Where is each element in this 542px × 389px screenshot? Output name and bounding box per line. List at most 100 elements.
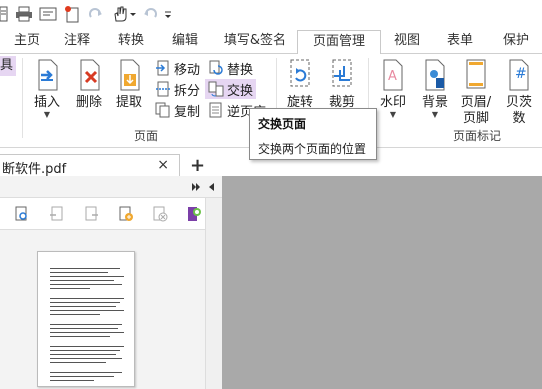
swap-tooltip: 交换页面 交换两个页面的位置 bbox=[249, 108, 377, 160]
thumbnail-text-line bbox=[50, 336, 110, 337]
tab-comment[interactable]: 注释 bbox=[60, 30, 94, 54]
insert-label: 插入 bbox=[33, 95, 60, 110]
delete-label: 删除 bbox=[75, 95, 102, 110]
thumbnail-text-line bbox=[50, 284, 122, 285]
thumbnail-text-line bbox=[50, 268, 120, 269]
tab-protect[interactable]: 保护 bbox=[496, 30, 536, 54]
tab-form[interactable]: 表单 bbox=[443, 30, 477, 54]
insert-button[interactable]: 插入 ▼ bbox=[30, 58, 64, 119]
replace-thumbnail-icon[interactable] bbox=[84, 206, 100, 222]
add-tab-icon[interactable]: + bbox=[190, 155, 205, 176]
expand-panel-icon[interactable] bbox=[192, 181, 202, 195]
collapse-panel-icon[interactable] bbox=[208, 181, 216, 195]
document-tab-name: 断软件.pdf bbox=[2, 162, 67, 177]
delete-button[interactable]: 删除 bbox=[72, 58, 106, 111]
insert-thumbnail-icon[interactable] bbox=[50, 206, 66, 222]
bates-label-2: 数 bbox=[512, 111, 526, 126]
move-button[interactable]: 移动 bbox=[155, 58, 200, 78]
thumbnail-text-line bbox=[50, 288, 90, 289]
thumbnail-text-line bbox=[50, 346, 124, 347]
tooltip-description: 交换两个页面的位置 bbox=[258, 142, 367, 156]
add-thumbnail-icon[interactable] bbox=[118, 206, 134, 222]
thumbnail-text-line bbox=[50, 272, 108, 273]
tab-page-management[interactable]: 页面管理 bbox=[297, 30, 381, 55]
quick-access-toolbar bbox=[0, 0, 542, 30]
zoom-thumbnail-icon[interactable] bbox=[14, 206, 30, 222]
chevron-down-icon: ▼ bbox=[431, 110, 439, 119]
thumbnail-panel bbox=[0, 176, 222, 389]
ribbon-tabs: 主页 注释 转换 编辑 填写&签名 页面管理 视图 表单 保护 bbox=[0, 30, 542, 55]
tab-view[interactable]: 视图 bbox=[390, 30, 424, 54]
thumbnail-text-line bbox=[50, 332, 124, 333]
thumbnail-text-line bbox=[50, 276, 124, 277]
svg-text:A: A bbox=[388, 69, 397, 84]
new-icon[interactable] bbox=[63, 5, 81, 23]
thumbnail-text-line bbox=[50, 354, 116, 355]
background-icon bbox=[421, 58, 449, 95]
header-footer-button[interactable]: 页眉/ 页脚 bbox=[458, 58, 494, 127]
group-label-page-marks: 页面标记 bbox=[453, 129, 502, 143]
thumbnail-text-line bbox=[50, 310, 124, 311]
rotate-button[interactable]: 旋转 bbox=[283, 58, 317, 111]
tools-button-partial[interactable]: 具 bbox=[0, 56, 16, 76]
thumbnail-options-icon[interactable] bbox=[186, 206, 202, 222]
watermark-button[interactable]: A 水印 ▼ bbox=[376, 58, 410, 119]
thumbnail-text-line bbox=[50, 302, 120, 303]
tab-fill-sign[interactable]: 填写&签名 bbox=[222, 30, 288, 54]
email-icon[interactable] bbox=[39, 5, 57, 23]
thumbnail-scrollbar[interactable] bbox=[205, 198, 222, 389]
split-button[interactable]: 拆分 bbox=[155, 79, 200, 99]
header-footer-icon bbox=[462, 58, 490, 95]
watermark-icon: A bbox=[379, 58, 407, 95]
undo-icon[interactable] bbox=[141, 5, 159, 23]
thumbnail-text-line bbox=[50, 372, 122, 373]
copy-icon bbox=[155, 102, 171, 118]
redo-icon[interactable] bbox=[87, 5, 105, 23]
thumbnail-text-line bbox=[50, 314, 100, 315]
chevron-down-icon: ▼ bbox=[389, 110, 397, 119]
tab-convert[interactable]: 转换 bbox=[114, 30, 148, 54]
swap-icon bbox=[208, 81, 224, 97]
insert-page-icon bbox=[33, 58, 61, 95]
document-tab[interactable]: 断软件.pdf × bbox=[0, 154, 180, 177]
crop-button[interactable]: 裁剪 bbox=[325, 58, 359, 111]
thumbnail-text-line bbox=[50, 358, 122, 359]
bates-number-button[interactable]: # 贝茨 数 bbox=[500, 58, 538, 127]
thumbnail-text-line bbox=[50, 280, 114, 281]
split-icon bbox=[155, 81, 171, 97]
tooltip-title: 交换页面 bbox=[258, 117, 307, 131]
header-footer-label-1: 页眉/ bbox=[460, 95, 492, 110]
swap-button[interactable]: 交换 bbox=[205, 79, 257, 99]
tab-edit[interactable]: 编辑 bbox=[168, 30, 202, 54]
background-label: 背景 bbox=[421, 95, 448, 110]
thumbnail-text-line bbox=[50, 380, 94, 381]
crop-page-icon bbox=[328, 58, 356, 95]
close-icon[interactable]: × bbox=[157, 157, 169, 173]
thumbnail-text-line bbox=[50, 328, 118, 329]
page-thumbnail[interactable] bbox=[37, 251, 135, 387]
thumbnail-text-line bbox=[50, 350, 120, 351]
separator bbox=[22, 58, 23, 138]
sidebar-icon[interactable] bbox=[0, 5, 8, 23]
document-view[interactable] bbox=[222, 176, 542, 389]
reverse-icon bbox=[208, 102, 224, 118]
background-button[interactable]: 背景 ▼ bbox=[418, 58, 452, 119]
tab-home[interactable]: 主页 bbox=[10, 30, 44, 54]
replace-button[interactable]: 替换 bbox=[208, 58, 253, 78]
move-icon bbox=[155, 60, 171, 76]
delete-thumbnail-icon[interactable] bbox=[152, 206, 168, 222]
thumbnail-text-line bbox=[50, 324, 122, 325]
extract-label: 提取 bbox=[115, 95, 142, 110]
copy-button[interactable]: 复制 bbox=[155, 100, 200, 120]
extract-button[interactable]: 提取 bbox=[112, 58, 146, 111]
copy-label: 复制 bbox=[174, 104, 201, 120]
thumbnail-text-line bbox=[50, 362, 106, 363]
svg-text:#: # bbox=[515, 66, 527, 82]
header-footer-label-2: 页脚 bbox=[462, 111, 489, 126]
watermark-label: 水印 bbox=[379, 95, 406, 110]
customize-icon[interactable] bbox=[163, 5, 173, 23]
print-icon[interactable] bbox=[15, 5, 33, 23]
hand-tool-icon[interactable] bbox=[111, 5, 137, 23]
thumbnail-toolbar bbox=[0, 198, 222, 230]
replace-icon bbox=[208, 60, 224, 76]
